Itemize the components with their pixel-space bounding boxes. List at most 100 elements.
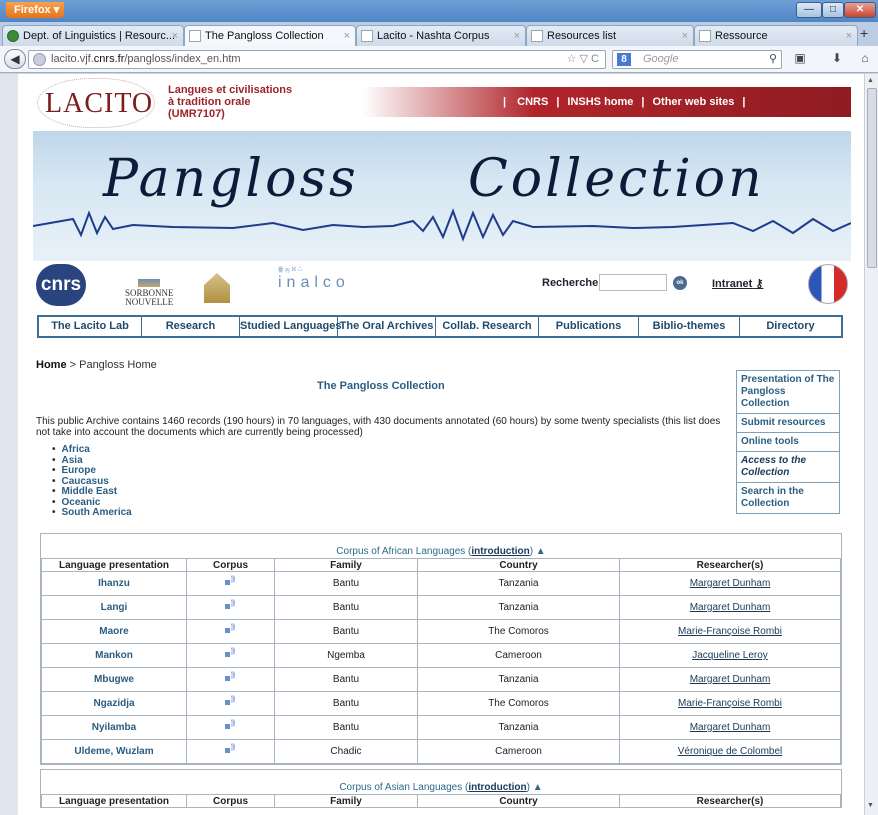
speaker-icon[interactable] [223, 672, 239, 683]
lab-name-line: (UMR7107) [168, 108, 225, 120]
tab-ressource[interactable]: Ressource × [694, 25, 858, 46]
region-europe[interactable]: Europe [62, 465, 132, 477]
nav-lacito-lab[interactable]: The Lacito Lab [39, 317, 142, 336]
lab-name: Langues et civilisations à tradition ora… [168, 84, 292, 120]
language-link[interactable]: Uldeme, Wuzlam [41, 739, 187, 764]
tab-close-icon[interactable]: × [846, 26, 852, 46]
researcher-link[interactable]: Marie-Françoise Rombi [619, 619, 841, 644]
search-icon[interactable]: ⚲ [769, 51, 777, 68]
home-icon[interactable]: ⌂ [858, 51, 872, 65]
language-link[interactable]: Ngazidja [41, 691, 187, 716]
intranet-link[interactable]: Intranet ⚷ [712, 277, 763, 290]
cnrs-logo[interactable]: cnrs [36, 264, 86, 306]
language-link[interactable]: Mankon [41, 643, 187, 668]
speaker-icon[interactable] [223, 744, 239, 755]
url-host: cnrs.fr [93, 53, 125, 65]
speaker-icon[interactable] [223, 648, 239, 659]
language-link[interactable]: Mbugwe [41, 667, 187, 692]
tab-nashta[interactable]: Lacito - Nashta Corpus × [356, 25, 526, 46]
back-button[interactable]: ◀ [4, 49, 26, 69]
speaker-icon[interactable] [223, 720, 239, 731]
nav-directory[interactable]: Directory [740, 317, 841, 336]
speaker-icon[interactable] [223, 696, 239, 707]
vertical-scrollbar[interactable]: ▲ ▼ [864, 74, 878, 815]
site-search-input[interactable] [599, 274, 667, 291]
researcher-link[interactable]: Margaret Dunham [619, 571, 841, 596]
nav-oral-archives[interactable]: The Oral Archives [338, 317, 436, 336]
language-link[interactable]: Ihanzu [41, 571, 187, 596]
speaker-icon[interactable] [223, 576, 239, 587]
tab-pangloss[interactable]: The Pangloss Collection × [184, 25, 356, 46]
intranet-label: Intranet [712, 278, 753, 290]
language-link[interactable]: Nyilamba [41, 715, 187, 740]
speaker-icon[interactable] [223, 600, 239, 611]
history-dropdown-icon[interactable]: ▽ [580, 53, 588, 65]
sorbonne-subname: NOUVELLE [125, 297, 174, 307]
banner-title-collection: Collection [468, 149, 765, 209]
researcher-link[interactable]: Margaret Dunham [619, 715, 841, 740]
reload-icon[interactable]: C [591, 53, 599, 65]
tab-close-icon[interactable]: × [514, 26, 520, 46]
region-south-america[interactable]: South America [62, 507, 132, 519]
minimize-button[interactable]: — [796, 2, 822, 18]
region-middle-east[interactable]: Middle East [62, 486, 132, 498]
inalco-logo[interactable]: ꙮ ஜ ℵ ஃ inalco [278, 267, 350, 292]
researcher-link[interactable]: Margaret Dunham [619, 667, 841, 692]
tab-close-icon[interactable]: × [344, 26, 350, 46]
bookmarks-menu-icon[interactable]: ▣ [793, 51, 807, 65]
nav-collab-research[interactable]: Collab. Research [436, 317, 539, 336]
nav-research[interactable]: Research [142, 317, 240, 336]
tab-resources-list[interactable]: Resources list × [526, 25, 694, 46]
breadcrumb-home[interactable]: Home [36, 359, 67, 371]
downloads-icon[interactable]: ⬇ [830, 51, 844, 65]
asian-languages-table: Language presentation Corpus Family Coun… [41, 794, 841, 808]
url-actions: ☆ ▽ C [567, 51, 599, 68]
researcher-link[interactable]: Marie-Françoise Rombi [619, 691, 841, 716]
scroll-down-icon[interactable]: ▼ [867, 802, 874, 809]
new-tab-button[interactable]: + [860, 25, 868, 41]
intro-text: This public Archive contains 1460 record… [36, 416, 721, 438]
search-box[interactable]: 8 Google ⚲ [612, 50, 782, 69]
side-search-collection[interactable]: Search in the Collection [737, 483, 839, 513]
researcher-link[interactable]: Jacqueline Leroy [619, 643, 841, 668]
scrollbar-thumb[interactable] [867, 88, 877, 268]
region-africa[interactable]: Africa [62, 444, 132, 456]
african-introduction-link[interactable]: introduction [471, 546, 529, 557]
nav-publications[interactable]: Publications [539, 317, 639, 336]
researcher-link[interactable]: Véronique de Colombel [619, 739, 841, 764]
tab-close-icon[interactable]: × [172, 26, 178, 46]
google-engine-icon[interactable]: 8 [617, 53, 631, 66]
tab-dept-linguistics[interactable]: Dept. of Linguistics | Resourc... × [2, 25, 184, 46]
other-web-sites-link[interactable]: Other web sites [652, 96, 734, 108]
language-link[interactable]: Langi [41, 595, 187, 620]
scroll-up-icon[interactable]: ▲ [867, 77, 874, 84]
col-family: Family [274, 794, 418, 808]
sorbonne-nouvelle-logo[interactable]: SORBONNE NOUVELLE [125, 279, 174, 307]
close-button[interactable]: ✕ [844, 2, 876, 18]
web-page: LACITO Langues et civilisations à tradit… [33, 74, 851, 815]
pantheon-logo[interactable] [204, 273, 230, 303]
lacito-logo[interactable]: LACITO [45, 88, 153, 120]
firefox-menu-button[interactable]: Firefox ▾ [6, 2, 64, 18]
inshs-home-link[interactable]: INSHS home [567, 96, 633, 108]
french-flag-icon[interactable] [808, 264, 848, 304]
side-online-tools[interactable]: Online tools [737, 433, 839, 452]
bookmark-star-icon[interactable]: ☆ [567, 53, 577, 65]
tab-close-icon[interactable]: × [682, 26, 688, 46]
table-row: Uldeme, Wuzlam ChadicCameroonVéronique de… [41, 739, 841, 764]
nav-studied-languages[interactable]: Studied Languages [240, 317, 341, 336]
col-language: Language presentation [41, 558, 187, 572]
asian-introduction-link[interactable]: introduction [468, 782, 526, 793]
side-access-collection[interactable]: Access to the Collection [737, 452, 839, 483]
researcher-link[interactable]: Margaret Dunham [619, 595, 841, 620]
speaker-icon[interactable] [223, 624, 239, 635]
country-cell: Tanzania [417, 595, 620, 620]
side-submit-resources[interactable]: Submit resources [737, 414, 839, 433]
cnrs-link[interactable]: CNRS [517, 96, 548, 108]
search-ok-button[interactable]: ok [673, 276, 687, 290]
url-bar[interactable]: lacito.vjf.cnrs.fr/pangloss/index_en.htm… [28, 50, 606, 69]
language-link[interactable]: Maore [41, 619, 187, 644]
maximize-button[interactable]: □ [822, 2, 844, 18]
nav-biblio-themes[interactable]: Biblio-themes [639, 317, 740, 336]
side-presentation[interactable]: Presentation of The Pangloss Collection [737, 371, 839, 414]
